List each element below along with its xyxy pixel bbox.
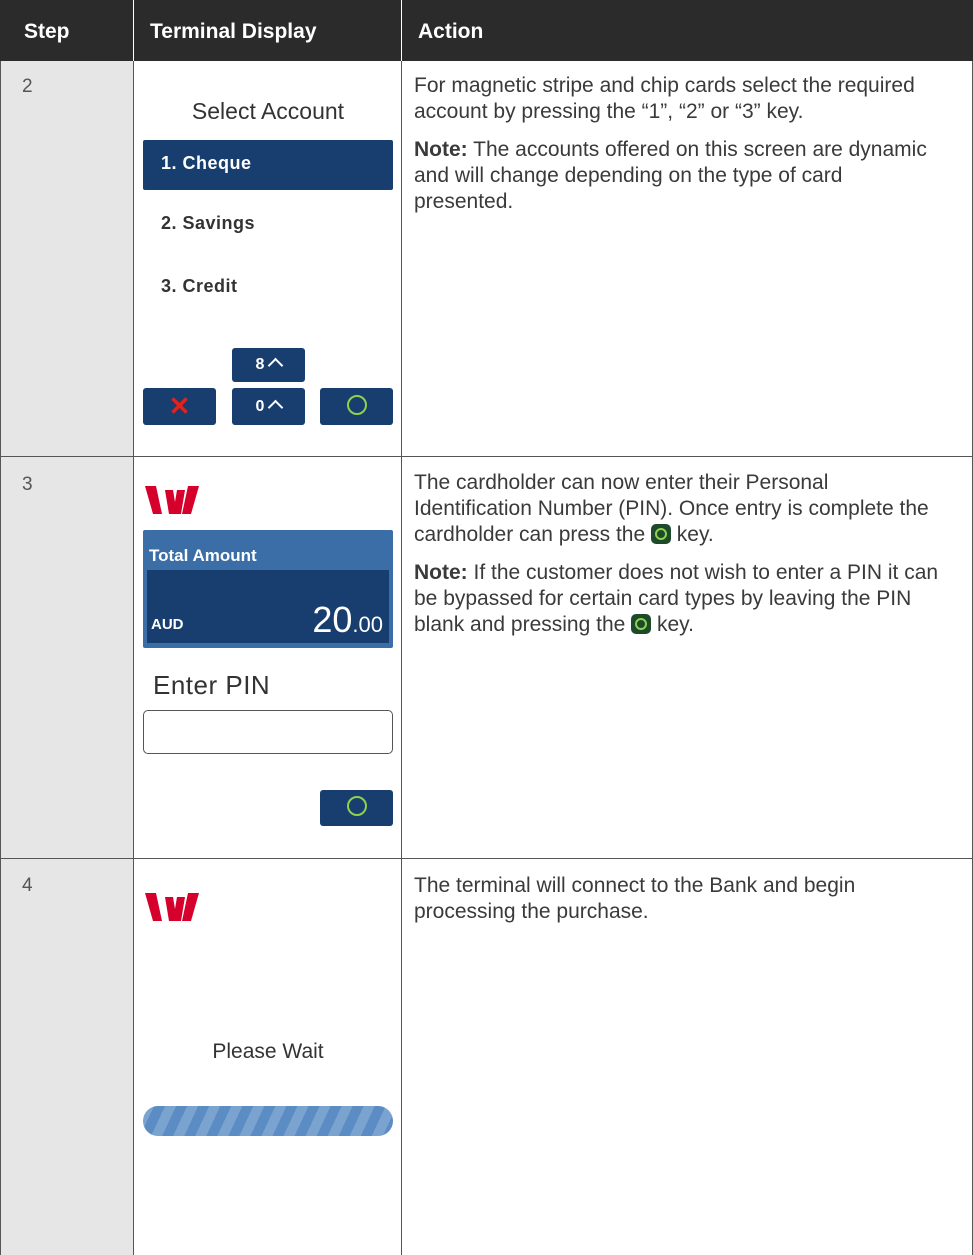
amount-label: Total Amount xyxy=(149,546,257,565)
amount-panel: Total Amount AUD 20.00 xyxy=(143,530,393,648)
step-column xyxy=(0,61,133,1255)
bank-logo-icon xyxy=(145,893,199,921)
ok-key-icon xyxy=(650,524,671,544)
instruction-table: Step Terminal Display Action 2 Select Ac… xyxy=(0,0,973,1255)
currency-label: AUD xyxy=(151,616,184,633)
account-option[interactable]: 3. Credit xyxy=(161,276,238,297)
amount-box: AUD 20.00 xyxy=(147,570,389,643)
ok-icon xyxy=(346,796,367,816)
screen-title: Select Account xyxy=(191,98,345,124)
account-option-selected[interactable]: 1. Cheque xyxy=(143,140,393,190)
action-text: The terminal will connect to the Bank an… xyxy=(414,874,856,923)
pin-input[interactable] xyxy=(143,710,393,754)
scroll-down-key[interactable]: 0 xyxy=(232,388,305,425)
pin-prompt: Enter PIN xyxy=(153,670,271,700)
step-number: 3 xyxy=(22,474,33,495)
wait-message: Please Wait xyxy=(212,1040,324,1063)
account-option-label: 1. Cheque xyxy=(161,153,252,173)
ok-key-icon xyxy=(631,614,652,634)
action-text: For magnetic stripe and chip cards selec… xyxy=(414,74,927,213)
bank-logo-icon xyxy=(145,486,199,514)
step-number: 4 xyxy=(22,875,33,896)
chevron-up-icon xyxy=(268,399,284,416)
close-icon: ✕ xyxy=(168,391,191,421)
header-terminal-display: Terminal Display xyxy=(150,20,317,43)
step-number: 2 xyxy=(22,76,33,97)
action-text: The cardholder can now enter their Perso… xyxy=(414,471,939,636)
header-step: Step xyxy=(24,20,70,43)
ok-icon xyxy=(346,395,367,415)
chevron-up-icon xyxy=(268,357,284,374)
account-option[interactable]: 2. Savings xyxy=(161,213,255,234)
header-action: Action xyxy=(418,20,484,43)
progress-bar xyxy=(143,1106,393,1136)
ok-key[interactable] xyxy=(320,388,393,425)
amount-value: 20.00 xyxy=(312,599,383,640)
ok-key[interactable] xyxy=(320,790,393,826)
cancel-key[interactable]: ✕ xyxy=(143,388,216,425)
table-header: Step Terminal Display Action xyxy=(0,0,973,61)
scroll-up-key[interactable]: 8 xyxy=(232,348,305,382)
